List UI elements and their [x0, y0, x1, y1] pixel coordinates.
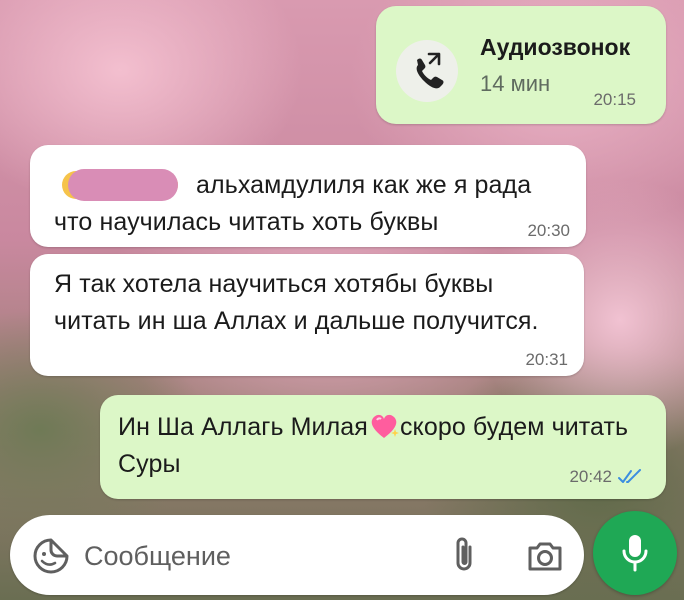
message-text-part: Ин Ша Аллагь Милая [118, 413, 368, 441]
camera-icon[interactable] [526, 539, 564, 573]
message-text: Я так хотела научиться хотябы буквы чита… [54, 270, 539, 335]
mic-icon [622, 535, 648, 572]
censored-emoji-group [54, 169, 194, 201]
audio-call-bubble[interactable]: Аудиозвонок 14 мин 20:15 [376, 6, 666, 124]
outgoing-message[interactable]: Ин Ша Аллагь Милая скоро будем читать Су… [100, 395, 666, 499]
voice-record-button[interactable] [593, 511, 677, 595]
call-timestamp: 20:15 [593, 90, 636, 109]
call-title: Аудиозвонок [480, 34, 631, 60]
message-input[interactable] [82, 533, 416, 579]
message-composer [10, 515, 584, 595]
censor-overlay [68, 169, 178, 201]
sparkling-heart-icon [368, 412, 400, 440]
message-timestamp: 20:42 [569, 467, 612, 486]
call-duration: 14 мин [480, 71, 551, 96]
message-timestamp: 20:30 [527, 221, 570, 240]
sticker-icon[interactable] [32, 537, 70, 575]
attach-icon[interactable] [450, 535, 478, 575]
incoming-message[interactable]: Я так хотела научиться хотябы буквы чита… [30, 254, 584, 376]
message-timestamp: 20:31 [525, 350, 568, 369]
read-receipt-icon [618, 469, 641, 483]
incoming-message[interactable]: альхамдулиля как же я рада что научилась… [30, 145, 586, 247]
outgoing-call-icon [396, 40, 458, 102]
